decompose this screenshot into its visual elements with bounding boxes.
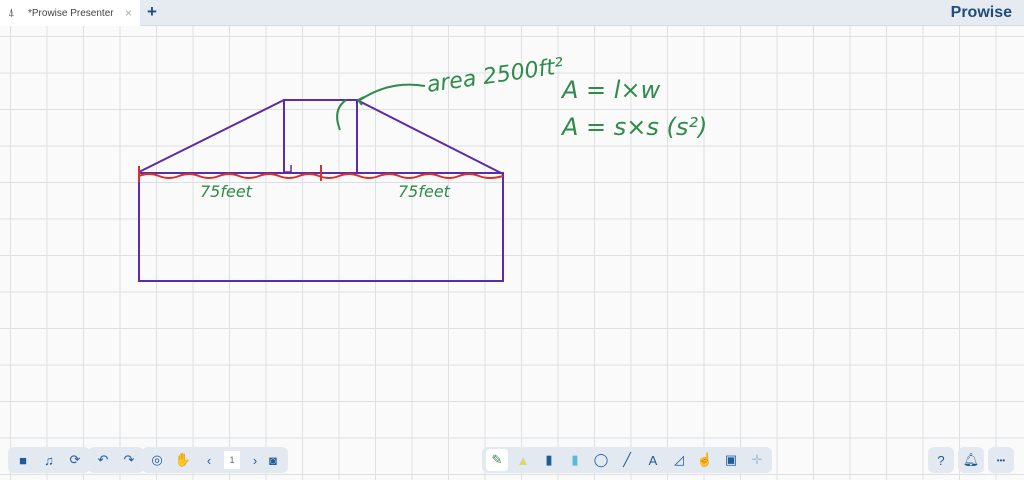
media-icon[interactable]: ♫	[38, 449, 60, 471]
right-length-label: 75feet	[398, 182, 451, 201]
drawing-tools-toolbar: ✎ ▲ ▮ ▮ ◯ ╱ A ◿ ☝ ▣ ✛	[482, 447, 772, 473]
formula-rectangle: A = l×w	[560, 76, 661, 104]
rotate-page-icon[interactable]: ⟳	[64, 449, 86, 471]
move-icon[interactable]: ✛	[746, 449, 768, 471]
slide-icon[interactable]: ▣	[720, 449, 742, 471]
ruler-icon[interactable]: ◿	[668, 449, 690, 471]
bell-icon: 🔔︎	[962, 452, 980, 467]
more-button[interactable]: •••	[988, 447, 1014, 473]
text-icon[interactable]: A	[642, 449, 664, 471]
capture-toolbar: ◙	[258, 447, 288, 473]
hand-icon[interactable]: ✋	[172, 449, 194, 471]
compass-icon[interactable]: ◎	[146, 449, 168, 471]
folder-icon[interactable]: ■	[12, 449, 34, 471]
undo-icon[interactable]: ↶	[92, 449, 114, 471]
notifications-button[interactable]: 🔔︎	[958, 447, 984, 473]
camera-icon[interactable]: ◙	[262, 449, 284, 471]
redo-icon[interactable]: ↷	[118, 449, 140, 471]
highlighter-icon[interactable]: ▲	[512, 449, 534, 471]
area-label: area 2500ft²	[425, 54, 565, 98]
previous-page-button[interactable]: ‹	[198, 449, 220, 471]
area-arrow	[336, 83, 426, 131]
navigation-toolbar: ◎ ✋ ‹ 1 ›	[142, 447, 270, 473]
line-icon[interactable]: ╱	[616, 449, 638, 471]
page-number[interactable]: 1	[224, 451, 240, 469]
eraser-icon[interactable]: ▮	[564, 449, 586, 471]
drawing-layer: 75feet 75feet area 2500ft² A = l×w A = s…	[138, 54, 707, 282]
pen-icon[interactable]: ✎	[486, 449, 508, 471]
touch-icon[interactable]: ☝	[694, 449, 716, 471]
left-length-label: 75feet	[200, 182, 253, 201]
file-toolbar: ■ ♫ ⟳	[8, 447, 90, 473]
help-icon: ?	[937, 452, 945, 468]
more-icon: •••	[996, 455, 1006, 465]
marker-icon[interactable]: ▮	[538, 449, 560, 471]
speech-bubble-icon[interactable]: ◯	[590, 449, 612, 471]
formula-square: A = s×s (s²)	[560, 113, 707, 141]
help-button[interactable]: ?	[928, 447, 954, 473]
history-toolbar: ↶ ↷	[88, 447, 144, 473]
